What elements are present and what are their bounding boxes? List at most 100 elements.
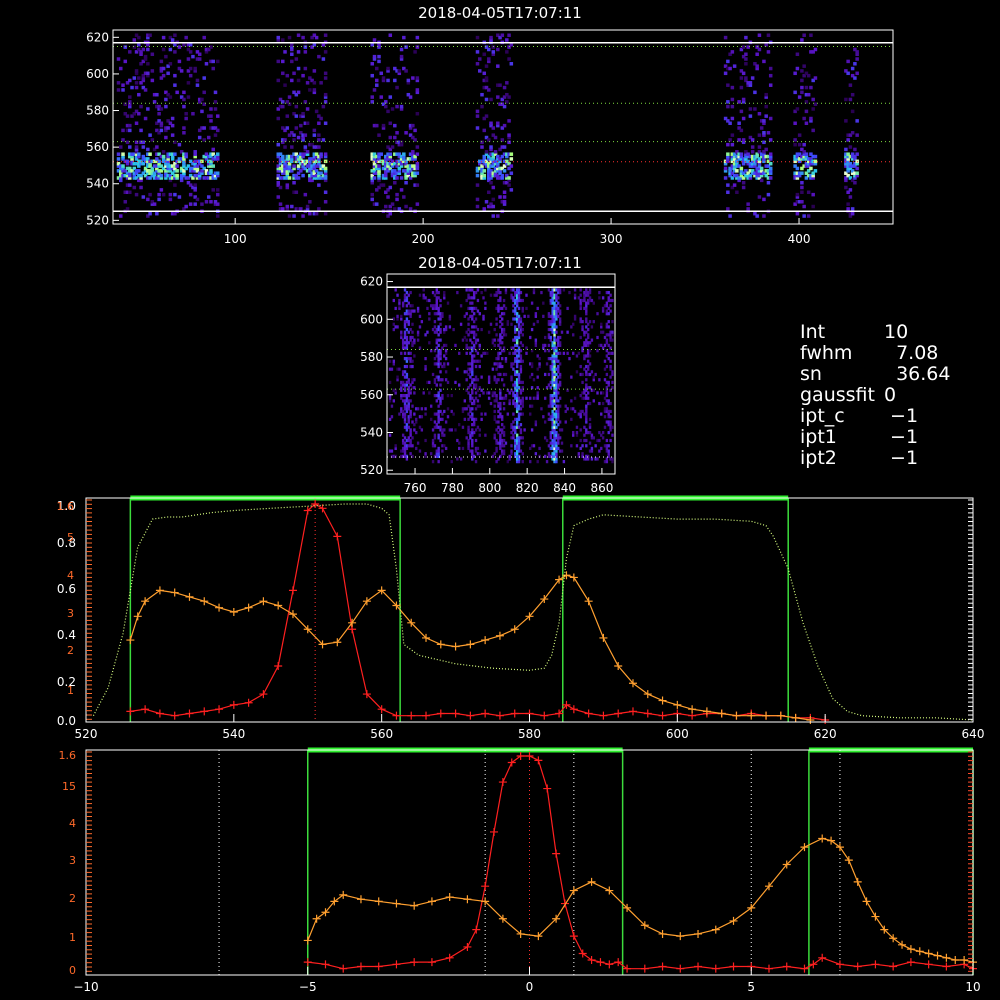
image2-pixel [607,325,610,329]
image2-pixel [426,306,429,311]
image1-pixel [146,107,150,111]
image1-pixel [411,150,415,154]
image2-pixel [484,288,487,292]
image1-pixel [850,66,855,71]
image1-pixel [399,104,404,109]
image2-pixel [394,306,397,311]
image2-pixel [558,436,562,440]
image1-pixel [800,90,804,95]
image1-pixel [507,33,511,37]
image2-pixel [439,327,442,332]
image2-pixel [501,364,504,369]
image1-pixel [726,190,730,195]
image2-pixel [588,354,592,358]
image2-pixel [476,338,480,342]
chart2-series-2-point [658,929,667,938]
chart2-series-2-point [711,925,720,934]
image1-pixel [317,121,321,126]
image2-pixel [519,290,523,295]
image1-pixel [134,145,139,149]
image2-pixel [456,367,459,371]
image1-pixel [372,176,377,180]
chart1-ytick-label: 0.6 [57,582,76,596]
image1-pixel [130,85,134,90]
image1-pixel [735,190,739,195]
image2-pixel [437,290,440,295]
image1-pixel [161,47,166,52]
image1-pixel [132,185,137,190]
image2-pixel [603,415,607,419]
image2-pixel [605,338,609,342]
image2-pixel [596,391,599,395]
image2-pixel [534,452,538,456]
image1-pixel [379,71,384,76]
image2-pixel [437,343,440,348]
image1-pixels [116,33,859,218]
image1-pixel [290,52,294,57]
image2-pixel [420,415,424,419]
image2-pixel [482,314,485,318]
chart2-xtick-label: 10 [965,980,980,994]
image1-pixel [294,104,299,109]
image1-pixel [395,192,399,197]
image1-pixel [116,81,121,85]
image2-pixel [407,320,410,324]
image1-pixel [766,50,771,54]
image2-pixel [476,288,480,292]
chart2-series-1-point [321,960,330,969]
image2-pixel [598,378,601,382]
image1-pixel [844,97,848,102]
image2-pixel [474,438,478,443]
image1-pixel [381,76,386,80]
image2-pixel [521,298,524,303]
image1-pixel [276,195,281,199]
image1-pixel [209,169,213,173]
chart1-series-1-point [392,711,401,720]
image2-pixel [558,396,562,400]
chart2-series-1-point [445,953,454,962]
image2-pixel [480,417,483,421]
image1-xtick-label: 400 [788,232,811,246]
image1-pixel [846,207,850,211]
image1-pixel [159,121,164,126]
image1-pixel [283,138,287,142]
image1-pixel [128,145,132,149]
image1-pixel [290,204,294,209]
image2-pixel [568,357,571,361]
info-value: −1 [884,405,919,427]
image2-pixel [590,446,594,451]
info-value: 36.64 [884,363,951,385]
image1-pixel [148,192,152,197]
image2-pixel [530,372,534,377]
image1-pixel [321,104,326,109]
info-row-ipt-c: ipt_c −1 [800,406,950,427]
image2-pixel [484,433,487,437]
image2-pixel [601,330,605,334]
image1-pixel [741,180,746,185]
image2-pixel [413,391,416,395]
image1-pixel [853,147,857,152]
image1-pixel [739,109,744,114]
image1-pixel [475,126,480,130]
image2-pixel [474,460,478,464]
image2-pixel [601,391,605,395]
chart2-series-1-point [711,964,720,973]
image1-pixel [377,54,381,59]
image2-pixel [579,288,582,292]
chart1-series-1-point [628,707,637,716]
image1-pixel [726,104,730,109]
image2-pixel [424,364,427,369]
image2-pixel [594,372,597,377]
image1-pixel [762,197,766,202]
image1-ytick-label: 520 [86,213,109,227]
image2-pixel [396,325,399,329]
chart1-series-1-point [407,711,416,720]
chart2-series-2-point [960,955,969,964]
image2-pixel [557,391,560,395]
chart2-series-2-point [942,953,951,962]
image2-title: 2018-04-05T17:07:11 [418,254,582,272]
image2-pixel [521,441,524,445]
image2-pixel [532,444,536,448]
chart2-series-1-point [942,962,951,971]
image2-pixel [476,351,480,355]
